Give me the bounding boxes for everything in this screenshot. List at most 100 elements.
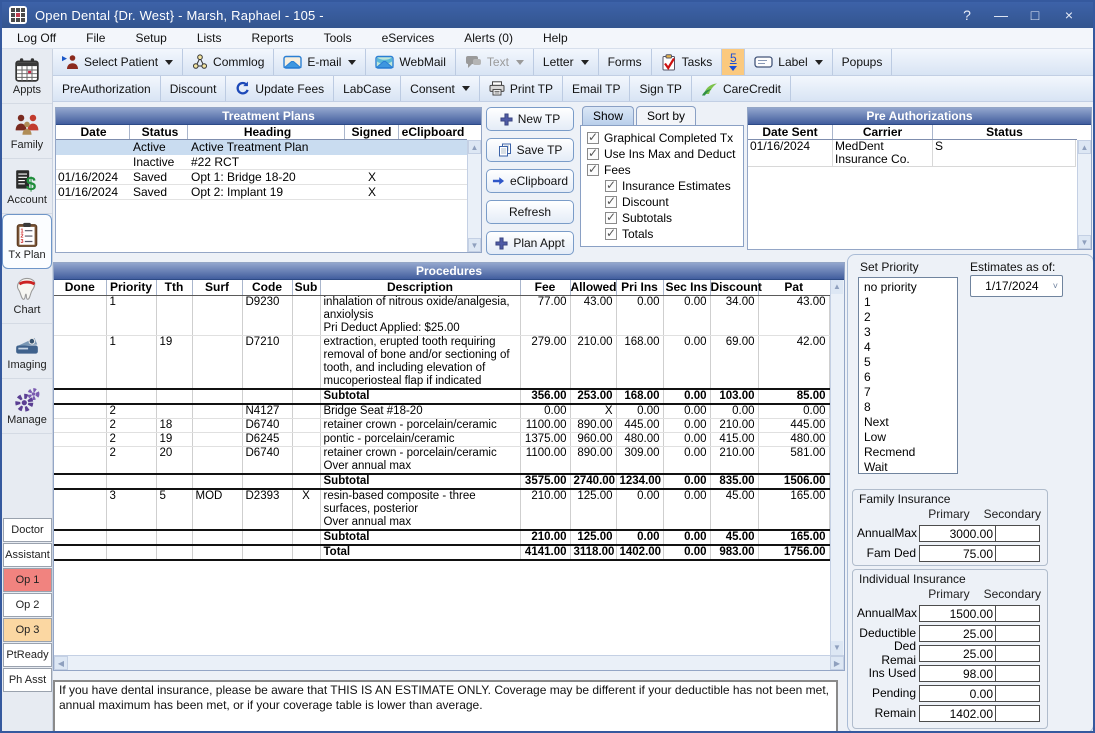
checkbox-graphical-completed-tx[interactable]: Graphical Completed Tx <box>587 130 737 146</box>
table-row[interactable]: ActiveActive Treatment Plan <box>56 140 467 155</box>
checkbox-subtotals[interactable]: Subtotals <box>587 210 737 226</box>
consent-button[interactable]: Consent <box>401 76 480 101</box>
letter-button[interactable]: Letter <box>534 49 599 75</box>
menu-item-lists[interactable]: Lists <box>182 29 237 47</box>
priority-option-3[interactable]: 3 <box>864 325 957 340</box>
primary-value-field[interactable]: 0.00 <box>919 685 996 702</box>
priority-option-2[interactable]: 2 <box>864 310 957 325</box>
priority-option-low[interactable]: Low <box>864 430 957 445</box>
menu-item-alerts-0-[interactable]: Alerts (0) <box>449 29 528 47</box>
sidebar-item-account[interactable]: $ Account <box>2 159 52 214</box>
room-button-assistant[interactable]: Assistant <box>3 543 52 567</box>
sidebar-item-appts[interactable]: Appts <box>2 49 52 104</box>
scroll-left-icon[interactable]: ◀ <box>54 656 68 670</box>
subtotal-row[interactable]: Subtotal3575.002740.001234.000.00835.001… <box>54 474 829 489</box>
primary-value-field[interactable]: 75.00 <box>919 545 996 562</box>
scroll-down-icon[interactable]: ▼ <box>1078 235 1091 249</box>
room-button-ptready[interactable]: PtReady <box>3 643 52 667</box>
menu-item-reports[interactable]: Reports <box>237 29 309 47</box>
secondary-value-field[interactable] <box>996 645 1040 662</box>
procedures-vscrollbar[interactable]: ▲ ▼ <box>830 280 844 655</box>
priority-option-6[interactable]: 6 <box>864 370 957 385</box>
select-patient-button[interactable]: Select Patient <box>53 49 183 75</box>
scroll-down-icon[interactable]: ▼ <box>468 238 481 252</box>
menu-item-help[interactable]: Help <box>528 29 583 47</box>
checkbox-icon[interactable] <box>605 228 617 240</box>
scroll-up-icon[interactable]: ▲ <box>831 280 843 294</box>
procedure-row[interactable]: 220D6740retainer crown - porcelain/ceram… <box>54 446 829 474</box>
pre-auth-scrollbar[interactable]: ▲ ▼ <box>1077 140 1091 249</box>
scroll-up-icon[interactable]: ▲ <box>468 140 481 154</box>
primary-value-field[interactable]: 25.00 <box>919 645 996 662</box>
checkbox-discount[interactable]: Discount <box>587 194 737 210</box>
secondary-value-field[interactable] <box>996 545 1040 562</box>
eclipboard-button[interactable]: eClipboard <box>486 169 574 193</box>
help-icon[interactable]: ? <box>953 7 981 23</box>
subtotal-row[interactable]: Subtotal210.00125.000.000.0045.00165.00 <box>54 530 829 545</box>
priority-option-no-priority[interactable]: no priority <box>864 280 957 295</box>
sidebar-item-tx-plan[interactable]: 123 Tx Plan <box>2 214 52 269</box>
menu-item-eservices[interactable]: eServices <box>367 29 450 47</box>
sidebar-item-chart[interactable]: Chart <box>2 269 52 324</box>
room-button-doctor[interactable]: Doctor <box>3 518 52 542</box>
priority-option-next[interactable]: Next <box>864 415 957 430</box>
tab-show[interactable]: Show <box>582 106 634 125</box>
checkbox-icon[interactable] <box>605 212 617 224</box>
procedures-hscrollbar[interactable]: ◀ ▶ <box>54 655 844 670</box>
procedure-row[interactable]: 119D7210extraction, erupted tooth requir… <box>54 335 829 389</box>
primary-value-field[interactable]: 3000.00 <box>919 525 996 542</box>
checkbox-use-ins-max-and-deduct[interactable]: Use Ins Max and Deduct <box>587 146 737 162</box>
secondary-value-field[interactable] <box>996 605 1040 622</box>
procedure-row[interactable]: 35MODD2393Xresin-based composite - three… <box>54 489 829 530</box>
checkbox-insurance-estimates[interactable]: Insurance Estimates <box>587 178 737 194</box>
room-button-op-2[interactable]: Op 2 <box>3 593 52 617</box>
close-icon[interactable]: × <box>1055 7 1083 23</box>
table-row[interactable]: 01/16/2024MedDentInsurance Co.S <box>748 140 1077 167</box>
menu-item-file[interactable]: File <box>71 29 120 47</box>
sidebar-item-family[interactable]: Family <box>2 104 52 159</box>
label-button[interactable]: Label <box>745 49 832 75</box>
scroll-down-icon[interactable]: ▼ <box>831 641 843 655</box>
table-row[interactable]: 01/16/2024SavedOpt 2: Implant 19X <box>56 185 467 200</box>
sign-tp-button[interactable]: Sign TP <box>630 76 691 101</box>
checkbox-icon[interactable] <box>605 180 617 192</box>
tasks-count-badge[interactable]: 5 <box>722 49 745 75</box>
primary-value-field[interactable]: 25.00 <box>919 625 996 642</box>
priority-option-recmend[interactable]: Recmend <box>864 445 957 460</box>
priority-option-1[interactable]: 1 <box>864 295 957 310</box>
priority-option-8[interactable]: 8 <box>864 400 957 415</box>
primary-value-field[interactable]: 1500.00 <box>919 605 996 622</box>
procedure-row[interactable]: 2N4127Bridge Seat #18-200.00X0.000.000.0… <box>54 404 829 419</box>
procedure-row[interactable]: 1D9230inhalation of nitrous oxide/analge… <box>54 295 829 335</box>
print-tp-button[interactable]: Print TP <box>480 76 563 101</box>
secondary-value-field[interactable] <box>996 525 1040 542</box>
labcase-button[interactable]: LabCase <box>334 76 401 101</box>
save-tp-button[interactable]: Save TP <box>486 138 574 162</box>
menu-item-log-off[interactable]: Log Off <box>2 29 71 47</box>
tasks-button[interactable]: Tasks <box>652 49 723 75</box>
menu-item-tools[interactable]: Tools <box>309 29 367 47</box>
table-row[interactable]: Inactive#22 RCT <box>56 155 467 170</box>
procedure-row[interactable]: 219D6245pontic - porcelain/ceramic1375.0… <box>54 432 829 446</box>
total-row[interactable]: Total4141.003118.001402.000.00983.001756… <box>54 545 829 560</box>
checkbox-totals[interactable]: Totals <box>587 226 737 242</box>
plan-appt-button[interactable]: Plan Appt <box>486 231 574 255</box>
secondary-value-field[interactable] <box>996 665 1040 682</box>
set-priority-listbox[interactable]: no priority12345678NextLowRecmendWait <box>858 277 958 474</box>
treatment-plans-scrollbar[interactable]: ▲ ▼ <box>467 140 481 252</box>
priority-option-wait[interactable]: Wait <box>864 460 957 474</box>
table-row[interactable]: 01/16/2024SavedOpt 1: Bridge 18-20X <box>56 170 467 185</box>
webmail-button[interactable]: WebMail <box>366 49 455 75</box>
tab-sort-by[interactable]: Sort by <box>636 106 696 125</box>
checkbox-fees[interactable]: Fees <box>587 162 737 178</box>
new-tp-button[interactable]: New TP <box>486 107 574 131</box>
maximize-icon[interactable]: □ <box>1021 7 1049 23</box>
primary-value-field[interactable]: 1402.00 <box>919 705 996 722</box>
commlog-button[interactable]: Commlog <box>183 49 274 75</box>
checkbox-icon[interactable] <box>605 196 617 208</box>
primary-value-field[interactable]: 98.00 <box>919 665 996 682</box>
priority-option-4[interactable]: 4 <box>864 340 957 355</box>
email-tp-button[interactable]: Email TP <box>563 76 630 101</box>
subtotal-row[interactable]: Subtotal356.00253.00168.000.00103.0085.0… <box>54 389 829 404</box>
preauthorization-button[interactable]: PreAuthorization <box>53 76 161 101</box>
